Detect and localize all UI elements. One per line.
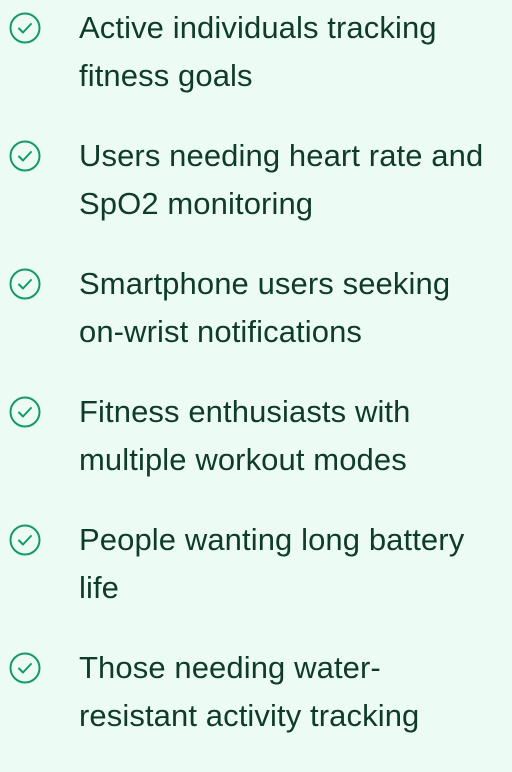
check-circle-icon	[8, 139, 42, 173]
list-item: Active individuals tracking fitness goal…	[0, 4, 512, 132]
check-circle-icon	[8, 651, 42, 685]
list-item: Fitness enthusiasts with multiple workou…	[0, 388, 512, 516]
list-item-label: Those needing water- resistant activity …	[79, 650, 420, 733]
check-circle-icon	[8, 523, 42, 557]
list-item: Those needing water- resistant activity …	[0, 644, 512, 772]
list-item: Users needing heart rate and SpO2 monito…	[0, 132, 512, 260]
list-item-label: Fitness enthusiasts with multiple workou…	[79, 394, 411, 477]
list-item: People wanting long battery life	[0, 516, 512, 644]
feature-list: Active individuals tracking fitness goal…	[0, 0, 512, 733]
check-circle-icon	[8, 267, 42, 301]
list-item: Smartphone users seeking on-wrist notifi…	[0, 260, 512, 388]
list-item-label: Active individuals tracking fitness goal…	[79, 10, 437, 93]
list-item-label: Users needing heart rate and SpO2 monito…	[79, 138, 484, 221]
check-circle-icon	[8, 11, 42, 45]
list-item-label: People wanting long battery life	[79, 522, 465, 605]
list-item-label: Smartphone users seeking on-wrist notifi…	[79, 266, 451, 349]
check-circle-icon	[8, 395, 42, 429]
